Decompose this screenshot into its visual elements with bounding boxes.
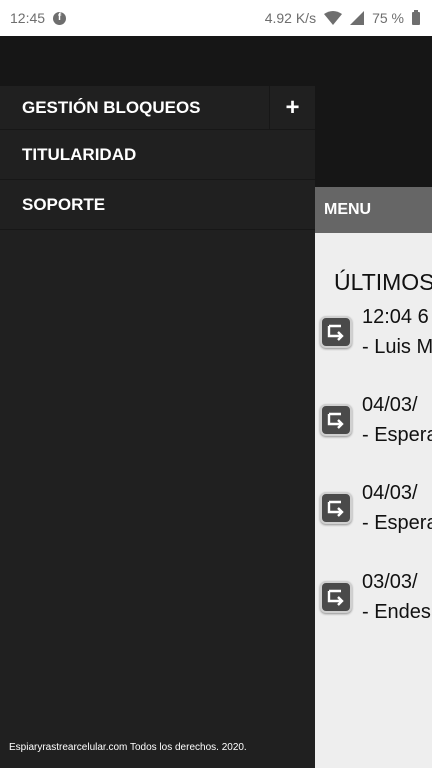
entry-line1: 12:04 6 bbox=[362, 306, 429, 328]
network-speed: 4.92 K/s bbox=[264, 10, 317, 26]
entry-line1: 04/03/ bbox=[362, 394, 418, 416]
list-item[interactable]: 04/03/ - Espera bbox=[320, 390, 432, 450]
menu-button[interactable]: MENU bbox=[315, 187, 432, 233]
entry-line2: - Luis M bbox=[362, 336, 432, 358]
redirect-arrow-icon bbox=[320, 492, 352, 524]
status-time: 12:45 bbox=[10, 10, 46, 26]
signal-icon bbox=[350, 11, 365, 25]
main-page: MENU ÚLTIMOS 12:04 6 - Luis M 04/03/ - E… bbox=[315, 187, 432, 768]
navigation-drawer: GESTIÓN BLOQUEOS + TITULARIDAD SOPORTE E… bbox=[0, 86, 315, 768]
facebook-icon: f bbox=[53, 11, 67, 25]
redirect-arrow-icon bbox=[320, 581, 352, 613]
drawer-item-titularidad[interactable]: TITULARIDAD bbox=[0, 130, 315, 180]
drawer-item-soporte[interactable]: SOPORTE bbox=[0, 180, 315, 230]
status-right: 4.92 K/s 75 % bbox=[264, 9, 420, 26]
drawer-item-label: TITULARIDAD bbox=[22, 144, 137, 164]
wifi-icon bbox=[324, 11, 343, 25]
entry-line2: - Espera bbox=[362, 424, 432, 446]
redirect-arrow-icon bbox=[320, 316, 352, 348]
entry-line2: - Endes bbox=[362, 601, 431, 623]
drawer-item-label: SOPORTE bbox=[22, 194, 106, 214]
entry-line2: - Espera bbox=[362, 512, 432, 534]
entry-line1: 04/03/ bbox=[362, 482, 418, 504]
drawer-item-label: GESTIÓN BLOQUEOS bbox=[22, 97, 201, 117]
battery-level: 75 % bbox=[372, 10, 404, 26]
status-bar: 12:45 f 4.92 K/s 75 % bbox=[0, 0, 432, 36]
status-left: 12:45 f bbox=[10, 10, 67, 26]
drawer-item-gestion-bloqueos[interactable]: GESTIÓN BLOQUEOS + bbox=[0, 86, 315, 130]
list-item[interactable]: 03/03/ - Endes bbox=[320, 567, 431, 627]
redirect-arrow-icon bbox=[320, 404, 352, 436]
expand-plus-icon[interactable]: + bbox=[269, 86, 315, 130]
list-item[interactable]: 12:04 6 - Luis M bbox=[320, 302, 432, 362]
entry-line1: 03/03/ bbox=[362, 571, 418, 593]
page-title: ÚLTIMOS bbox=[334, 269, 432, 295]
drawer-footer: Espiaryrastrearcelular.com Todos los der… bbox=[9, 742, 247, 753]
battery-icon bbox=[412, 9, 420, 25]
menu-label: MENU bbox=[324, 201, 372, 218]
list-item[interactable]: 04/03/ - Espera bbox=[320, 478, 432, 538]
